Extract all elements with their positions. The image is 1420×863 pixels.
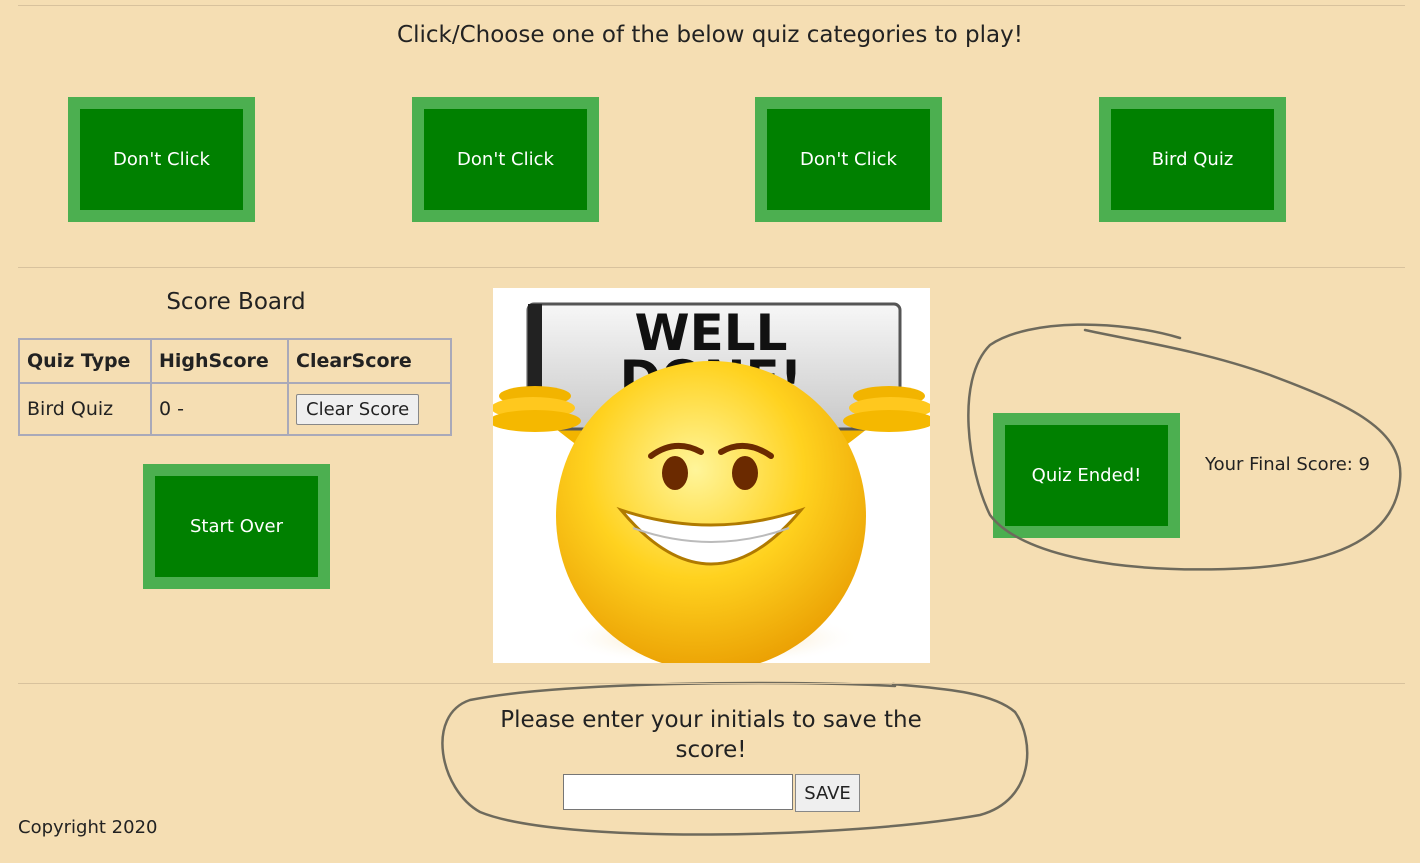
- column-header-highscore: HighScore: [150, 338, 289, 384]
- final-score-text: Your Final Score: 9: [1205, 454, 1371, 475]
- emoji-face: [556, 361, 866, 663]
- well-done-emoji-illustration: WELL DONE!: [493, 302, 930, 663]
- clear-score-button[interactable]: Clear Score: [296, 393, 420, 425]
- bird-quiz-button[interactable]: Bird Quiz: [1099, 97, 1286, 222]
- left-hand: [493, 386, 581, 432]
- scoreboard-header-row: Quiz Type HighScore ClearScore: [18, 338, 452, 384]
- right-hand: [843, 386, 930, 432]
- right-eye: [732, 456, 758, 490]
- category-button-2[interactable]: Don't Click: [412, 97, 599, 222]
- page-heading: Click/Choose one of the below quiz categ…: [397, 22, 1023, 48]
- copyright-text: Copyright 2020: [18, 817, 158, 838]
- cell-clearscore: Clear Score: [287, 382, 452, 436]
- table-row: Bird Quiz 0 - Clear Score: [18, 382, 452, 436]
- column-header-quiz-type: Quiz Type: [18, 338, 152, 384]
- scoreboard-title: Score Board: [166, 289, 306, 315]
- middle-divider: [18, 267, 1405, 268]
- initials-input[interactable]: [563, 774, 793, 810]
- category-button-3[interactable]: Don't Click: [755, 97, 942, 222]
- scoreboard-table: Quiz Type HighScore ClearScore Bird Quiz…: [18, 338, 452, 436]
- initials-prompt: Please enter your initials to save the s…: [500, 707, 922, 763]
- left-eye: [662, 456, 688, 490]
- bottom-divider: [18, 683, 1405, 684]
- category-button-1[interactable]: Don't Click: [68, 97, 255, 222]
- start-over-button[interactable]: Start Over: [143, 464, 330, 589]
- column-header-clearscore: ClearScore: [287, 338, 452, 384]
- well-done-image: WELL DONE!: [493, 288, 930, 663]
- save-button[interactable]: SAVE: [795, 774, 860, 812]
- cell-highscore: 0 -: [150, 382, 289, 436]
- top-divider: [18, 5, 1405, 6]
- cell-quiz-type: Bird Quiz: [18, 382, 152, 436]
- quiz-ended-button[interactable]: Quiz Ended!: [993, 413, 1180, 538]
